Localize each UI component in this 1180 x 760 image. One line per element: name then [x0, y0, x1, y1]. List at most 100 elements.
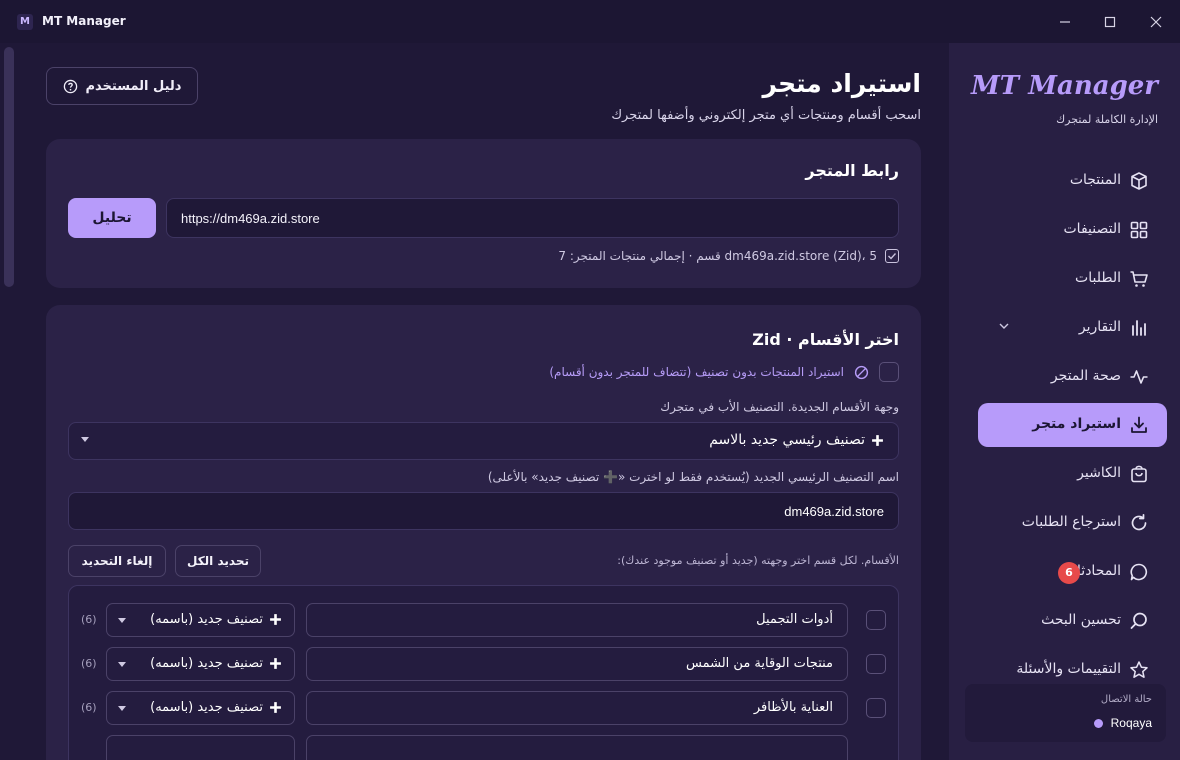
user-guide-button[interactable]: دليل المستخدم: [46, 67, 198, 105]
status-dot-icon: [1093, 718, 1103, 728]
caret-down-icon: [118, 706, 126, 711]
new-name-label: اسم التصنيف الرئيسي الجديد (يُستخدم فقط …: [487, 470, 899, 484]
plus-icon: [270, 702, 281, 713]
category-checkbox[interactable]: [866, 698, 886, 718]
maximize-button[interactable]: [1095, 9, 1125, 35]
sidebar-item-orders[interactable]: الطلبات: [978, 257, 1167, 301]
chat-bubble-icon: [1130, 563, 1148, 581]
plus-icon: [270, 614, 281, 625]
sidebar-item-cashier[interactable]: الكاشير: [978, 452, 1167, 496]
destination-value: تصنيف رئيسي جديد بالاسم: [709, 432, 865, 448]
category-name-field[interactable]: [306, 735, 848, 760]
unread-badge: 6: [1058, 562, 1080, 584]
category-target-value: تصنيف جديد (باسمه): [150, 656, 263, 671]
store-url-input[interactable]: https://dm469a.zid.store: [166, 198, 899, 238]
help-circle-icon: [63, 79, 77, 93]
sidebar: MT Manager الإدارة الكاملة لمتجرك المنتج…: [949, 43, 1180, 760]
product-count: (6): [81, 613, 97, 626]
store-url-value: https://dm469a.zid.store: [181, 210, 320, 226]
plus-icon: [872, 434, 883, 446]
user-guide-label: دليل المستخدم: [85, 78, 182, 94]
sidebar-item-returns[interactable]: استرجاع الطلبات: [978, 501, 1167, 545]
sidebar-item-reports[interactable]: التقارير: [978, 306, 1167, 350]
bar-chart-icon: [1132, 320, 1146, 336]
deselect-all-button[interactable]: إلغاء التحديد: [68, 545, 166, 577]
sidebar-item-import-store[interactable]: استيراد متجر: [978, 403, 1167, 447]
category-target-value: تصنيف جديد (باسمه): [150, 700, 263, 715]
plus-icon: [270, 658, 281, 669]
analyze-button[interactable]: تحليل: [68, 198, 156, 238]
sidebar-item-conversations[interactable]: المحادثات 6: [978, 550, 1167, 594]
sidebar-item-label: صحة المتجر: [1050, 368, 1121, 384]
maximize-icon: [1104, 16, 1116, 28]
store-link-title: رابط المتجر: [805, 161, 899, 180]
brand-logo: MT Manager: [971, 71, 1158, 101]
grid-icon: [1130, 221, 1148, 239]
destination-label: وجهة الأقسام الجديدة. التصنيف الأب في مت…: [660, 400, 899, 414]
category-name-value: أدوات التجميل: [756, 612, 833, 627]
sidebar-item-label: استيراد متجر: [1032, 416, 1121, 432]
category-name-field[interactable]: أدوات التجميل: [306, 603, 848, 637]
category-name-value: العناية بالأظافر: [753, 700, 833, 715]
caret-down-icon: [81, 437, 89, 442]
sidebar-item-label: التقييمات والأسئلة: [1016, 661, 1121, 677]
main-scrollbar-left[interactable]: [4, 47, 14, 287]
search-icon: [1130, 612, 1147, 629]
title-bar: M MT Manager: [0, 0, 1180, 43]
sidebar-item-label: المنتجات: [1069, 172, 1121, 188]
check-square-icon: [885, 249, 899, 263]
connection-status-card: حالة الاتصال Roqaya: [965, 684, 1166, 742]
category-target-select[interactable]: تصنيف جديد (باسمه): [106, 603, 295, 637]
destination-select[interactable]: تصنيف رئيسي جديد بالاسم: [68, 422, 899, 460]
connection-user-name: Roqaya: [1110, 716, 1152, 730]
select-all-button[interactable]: تحديد الكل: [175, 545, 261, 577]
close-icon: [1150, 16, 1162, 28]
minimize-icon: [1060, 21, 1070, 23]
store-link-card: رابط المتجر تحليل https://dm469a.zid.sto…: [46, 139, 921, 288]
activity-icon: [1130, 370, 1148, 384]
box-icon: [1131, 172, 1147, 190]
category-checkbox[interactable]: [866, 654, 886, 674]
category-target-select[interactable]: تصنيف جديد (باسمه): [106, 691, 295, 725]
sidebar-item-products[interactable]: المنتجات: [978, 159, 1167, 203]
category-row: (6) تصنيف جديد (باسمه) أدوات التجميل: [69, 603, 900, 637]
connection-status-title: حالة الاتصال: [1100, 694, 1152, 705]
shopping-bag-icon: [1131, 465, 1147, 483]
category-target-value: تصنيف جديد (باسمه): [150, 612, 263, 627]
category-row: (6) تصنيف جديد (باسمه) منتجات الوقاية من…: [69, 647, 900, 681]
sidebar-item-search-optimization[interactable]: تحسين البحث: [978, 599, 1167, 643]
sidebar-item-store-health[interactable]: صحة المتجر: [978, 355, 1167, 399]
product-count: (6): [81, 657, 97, 670]
sidebar-item-categories[interactable]: التصنيفات: [978, 208, 1167, 252]
no-category-label: استيراد المنتجات بدون تصنيف (تتضاف للمتج…: [549, 365, 844, 379]
product-count: (6): [81, 701, 97, 714]
category-name-value: منتجات الوقاية من الشمس: [686, 656, 833, 671]
caret-down-icon: [118, 662, 126, 667]
category-checkbox[interactable]: [866, 610, 886, 630]
chevron-down-icon: [999, 323, 1009, 329]
new-category-name-value: dm469a.zid.store: [784, 504, 884, 519]
store-info-text: dm469a.zid.store (Zid)، 5 قسم · إجمالي م…: [558, 249, 877, 263]
no-category-checkbox[interactable]: [879, 362, 899, 382]
no-category-option: استيراد المنتجات بدون تصنيف (تتضاف للمتج…: [549, 362, 899, 382]
store-info-row: dm469a.zid.store (Zid)، 5 قسم · إجمالي م…: [558, 249, 899, 263]
new-category-name-input[interactable]: dm469a.zid.store: [68, 492, 899, 530]
sidebar-item-label: التقارير: [1078, 319, 1121, 335]
sidebar-item-label: الكاشير: [1077, 465, 1121, 481]
category-row-partial: [69, 735, 900, 760]
main-content: دليل المستخدم استيراد متجر اسحب أقسام وم…: [0, 43, 949, 760]
refresh-icon: [1131, 513, 1147, 531]
sidebar-item-label: الطلبات: [1075, 270, 1121, 286]
page-title: استيراد متجر: [762, 69, 921, 98]
app-logo-icon: M: [17, 14, 33, 30]
sidebar-item-label: التصنيفات: [1063, 221, 1122, 237]
cart-icon: [1130, 271, 1148, 287]
category-name-field[interactable]: العناية بالأظافر: [306, 691, 848, 725]
star-icon: [1130, 661, 1148, 678]
category-target-select[interactable]: تصنيف جديد (باسمه): [106, 647, 295, 681]
category-target-select[interactable]: [106, 735, 295, 760]
category-name-field[interactable]: منتجات الوقاية من الشمس: [306, 647, 848, 681]
connection-user: Roqaya: [1093, 716, 1152, 730]
minimize-button[interactable]: [1050, 9, 1080, 35]
close-button[interactable]: [1141, 9, 1171, 35]
